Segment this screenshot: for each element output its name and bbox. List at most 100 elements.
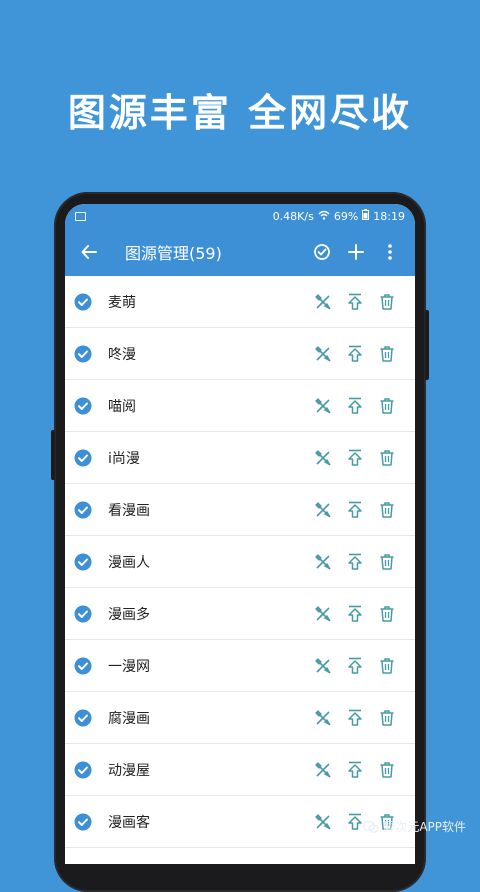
delete-button[interactable] [371,338,403,370]
move-to-top-icon [348,449,362,466]
edit-icon [315,397,331,414]
edit-button[interactable] [307,754,339,786]
checked-circle-icon[interactable] [74,605,92,623]
clock: 18:19 [373,209,405,223]
checked-circle-icon[interactable] [74,449,92,467]
move-to-top-button[interactable] [339,390,371,422]
wifi-icon [318,210,330,223]
edit-button[interactable] [307,598,339,630]
checked-circle-icon[interactable] [74,553,92,571]
source-name: i尚漫 [108,450,140,467]
source-name: 咚漫 [108,346,136,363]
source-name: 一漫网 [108,658,150,675]
move-to-top-icon [348,501,362,518]
move-to-top-icon [348,345,362,362]
delete-button[interactable] [371,546,403,578]
delete-icon [380,657,394,674]
edit-button[interactable] [307,390,339,422]
delete-button[interactable] [371,598,403,630]
move-to-top-button[interactable] [339,494,371,526]
move-to-top-icon [348,397,362,414]
delete-button[interactable] [371,650,403,682]
edit-icon [315,657,331,674]
headline: 图源丰富 全网尽收 [67,91,413,135]
app-bar: 图源管理(59) [65,228,415,276]
list-item[interactable]: 漫画多 [65,588,415,640]
delete-icon [380,345,394,362]
delete-button[interactable] [371,494,403,526]
move-to-top-button[interactable] [339,442,371,474]
delete-button[interactable] [371,390,403,422]
edit-button[interactable] [307,442,339,474]
source-name: 喵阅 [108,398,136,415]
move-to-top-icon [348,293,362,310]
more-menu-button[interactable] [373,235,407,269]
add-source-button[interactable] [339,235,373,269]
wechat-icon [363,820,379,833]
move-to-top-icon [348,657,362,674]
source-list: 麦萌 咚漫 喵阅 i尚漫 看漫画 漫画人 漫画多 一漫网 腐漫画 动漫屋 漫画客 [65,276,415,848]
list-item[interactable]: 喵阅 [65,380,415,432]
list-item[interactable]: 一漫网 [65,640,415,692]
source-name: 动漫屋 [108,762,150,779]
checked-circle-icon[interactable] [74,397,92,415]
checked-circle-icon[interactable] [74,761,92,779]
list-item[interactable]: 麦萌 [65,276,415,328]
page-title: 图源管理(59) [125,244,222,263]
delete-icon [380,709,394,726]
edit-button[interactable] [307,806,339,838]
edit-button[interactable] [307,702,339,734]
move-to-top-button[interactable] [339,286,371,318]
list-item[interactable]: 咚漫 [65,328,415,380]
source-name: 漫画多 [108,606,150,623]
delete-icon [380,605,394,622]
source-name: 看漫画 [108,502,150,519]
checked-circle-icon[interactable] [74,501,92,519]
check-circle-icon [314,244,330,260]
delete-button[interactable] [371,442,403,474]
phone-screen: 0.48K/s 69% 18:19 图源管理(59) 麦萌 咚漫 喵阅 i尚漫 … [65,204,415,864]
delete-icon [380,761,394,778]
edit-button[interactable] [307,494,339,526]
battery-icon [362,209,370,223]
checked-circle-icon[interactable] [74,657,92,675]
watermark-text: 异次元APP软件 [383,820,466,834]
back-button[interactable] [75,238,103,266]
delete-button[interactable] [371,702,403,734]
checked-circle-icon[interactable] [74,709,92,727]
phone-side-button [425,310,429,380]
checked-circle-icon[interactable] [74,293,92,311]
edit-button[interactable] [307,650,339,682]
move-to-top-icon [348,813,362,830]
move-to-top-button[interactable] [339,598,371,630]
battery-percent: 69% [333,209,359,223]
edit-icon [315,709,331,726]
delete-icon [380,293,394,310]
checked-circle-icon[interactable] [74,813,92,831]
list-item[interactable]: 腐漫画 [65,692,415,744]
list-item[interactable]: 看漫画 [65,484,415,536]
list-item[interactable]: i尚漫 [65,432,415,484]
delete-button[interactable] [371,754,403,786]
list-item[interactable]: 动漫屋 [65,744,415,796]
source-name: 麦萌 [108,294,136,311]
source-name: 漫画人 [108,554,150,571]
edit-icon [315,761,331,778]
source-name: 漫画客 [108,814,150,831]
list-item[interactable]: 漫画人 [65,536,415,588]
move-to-top-button[interactable] [339,650,371,682]
move-to-top-icon [348,709,362,726]
delete-button[interactable] [371,286,403,318]
select-all-button[interactable] [305,235,339,269]
edit-button[interactable] [307,338,339,370]
move-to-top-icon [348,605,362,622]
phone-side-button [51,430,55,480]
move-to-top-button[interactable] [339,754,371,786]
move-to-top-button[interactable] [339,702,371,734]
edit-button[interactable] [307,286,339,318]
move-to-top-button[interactable] [339,338,371,370]
checked-circle-icon[interactable] [74,345,92,363]
move-to-top-button[interactable] [339,546,371,578]
edit-button[interactable] [307,546,339,578]
edit-icon [315,813,331,830]
